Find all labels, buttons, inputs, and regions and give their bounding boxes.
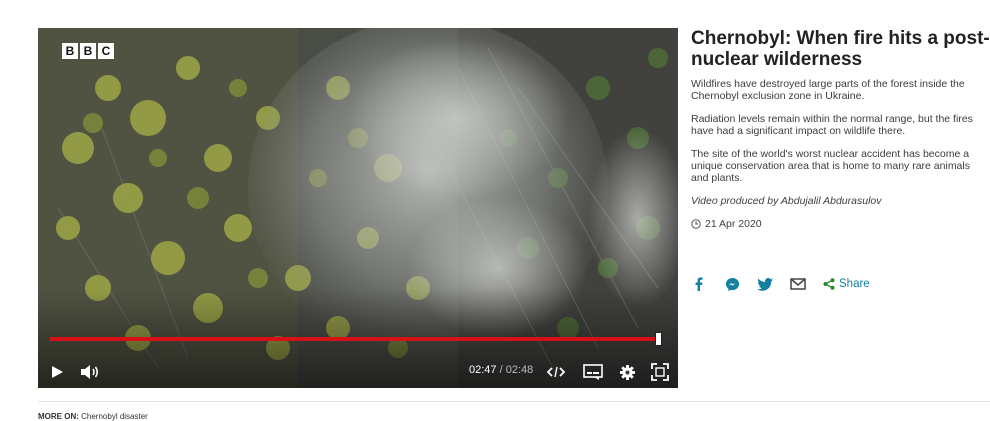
- article-paragraph: Radiation levels remain within the norma…: [691, 113, 973, 137]
- email-icon: [790, 278, 806, 290]
- facebook-share-button[interactable]: [691, 276, 707, 292]
- volume-button[interactable]: [79, 363, 101, 381]
- subtitles-button[interactable]: [582, 363, 604, 381]
- play-icon: [51, 366, 63, 378]
- bbc-logo: B B C: [62, 43, 114, 59]
- control-bar: 02:47 / 02:48: [38, 354, 678, 388]
- time-display: 02:47 / 02:48: [469, 364, 533, 376]
- article-sidebar: Chernobyl: When fire hits a post-nuclear…: [691, 28, 990, 291]
- messenger-share-button[interactable]: [724, 276, 740, 292]
- fullscreen-icon: [651, 363, 669, 381]
- subtitles-icon: [583, 364, 603, 380]
- article-paragraph: Wildfires have destroyed large parts of …: [691, 78, 965, 102]
- article-paragraph: The site of the world's worst nuclear ac…: [691, 148, 970, 184]
- play-button[interactable]: [48, 363, 66, 381]
- total-time: 02:48: [505, 364, 534, 376]
- publish-date: 21 Apr 2020: [691, 218, 990, 230]
- messenger-icon: [725, 277, 739, 291]
- section-divider: [38, 401, 990, 402]
- volume-icon: [81, 365, 99, 379]
- share-icon: [823, 278, 835, 290]
- twitter-icon: [757, 277, 773, 291]
- email-share-button[interactable]: [790, 276, 806, 292]
- current-time: 02:47: [469, 364, 497, 376]
- twitter-share-button[interactable]: [757, 276, 773, 292]
- article-title: Chernobyl: When fire hits a post-nuclear…: [691, 28, 990, 70]
- embed-button[interactable]: [546, 363, 566, 381]
- share-button[interactable]: Share: [823, 278, 870, 290]
- share-toolbar: Share: [691, 276, 870, 292]
- video-credit: Video produced by Abdujalil Abdurasulov: [691, 195, 882, 207]
- logo-letter: B: [62, 43, 78, 59]
- progress-thumb[interactable]: [655, 332, 663, 346]
- progress-fill: [50, 337, 659, 341]
- settings-button[interactable]: [618, 363, 636, 381]
- logo-letter: B: [80, 43, 96, 59]
- facebook-icon: [695, 277, 703, 291]
- clock-icon: [691, 219, 701, 229]
- logo-letter: C: [98, 43, 114, 59]
- date-text: 21 Apr 2020: [705, 218, 762, 230]
- settings-icon: [619, 364, 635, 380]
- share-label: Share: [839, 278, 870, 290]
- progress-bar[interactable]: [50, 332, 663, 346]
- video-player[interactable]: B B C 02:47 / 02:48: [38, 28, 678, 388]
- fullscreen-button[interactable]: [650, 363, 670, 381]
- time-separator: /: [496, 364, 506, 376]
- embed-icon: [547, 366, 565, 378]
